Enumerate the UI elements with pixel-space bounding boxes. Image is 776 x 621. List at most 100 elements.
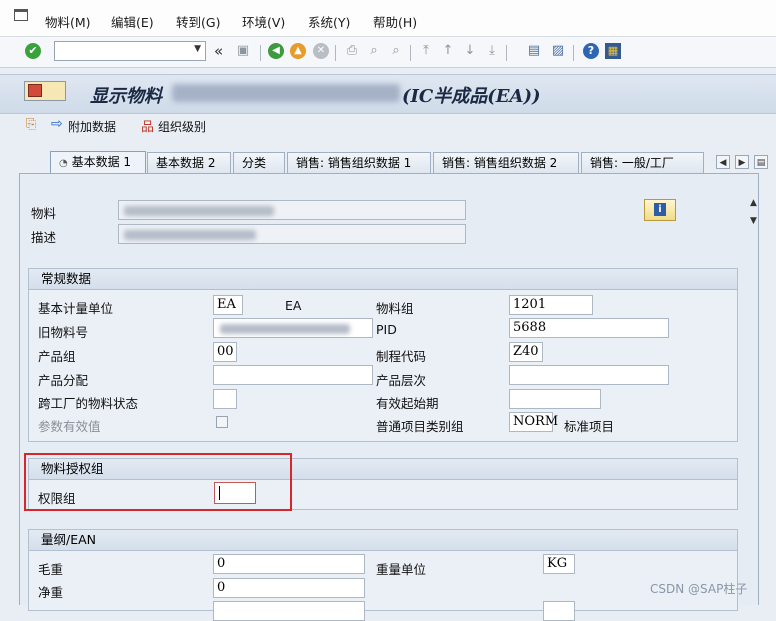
collapse-command-icon[interactable]: « [214,42,223,60]
menu-environment[interactable]: 环境(V) [242,12,285,31]
volume-unit-field[interactable] [543,601,575,621]
tab-label: 基本数据 1 [71,155,132,169]
dropdown-arrow-icon[interactable]: ▼ [194,44,201,54]
material-group-label: 物料组 [376,301,414,316]
print-icon[interactable]: ⎙ [344,43,360,59]
tab-classification[interactable]: 分类 [233,152,285,173]
toolbar-separator [410,45,411,61]
tab-sales-org-1[interactable]: 销售: 销售组织数据 1 [287,152,431,173]
redacted-material-value [124,206,274,216]
tab-label: 分类 [242,156,267,170]
base-uom-text: EA [285,298,302,313]
tab-label: 销售: 销售组织数据 1 [296,156,412,170]
menu-goto[interactable]: 转到(G) [176,12,220,31]
additional-data-icon: ⎘ [26,117,37,132]
tab-list-icon[interactable]: ▤ [754,155,768,169]
enter-check-icon[interactable]: ✔ [25,43,41,59]
menu-bar: 物料(M) 编辑(E) 转到(G) 环境(V) 系统(Y) 帮助(H) [0,0,776,37]
xplant-status-label: 跨工厂的物料状态 [38,396,139,411]
new-session-icon[interactable]: ▤ [526,43,542,59]
last-page-icon[interactable]: ⤓ [484,43,500,59]
general-data-header: 常规数据 [29,269,737,290]
next-page-icon[interactable]: ↓ [462,43,478,59]
find-icon[interactable]: ⌕ [366,43,382,59]
division-label: 产品组 [38,349,76,364]
save-icon[interactable]: ▣ [235,43,251,59]
base-uom-label: 基本计量单位 [38,301,114,316]
standard-toolbar: ✔ ▼ « ▣ ◀ ▲ ✕ ⎙ ⌕ ⌕ ⤒ ↑ ↓ ⤓ ▤ ▨ ? ▦ [0,37,776,68]
additional-data-button[interactable]: 附加数据 [68,118,116,135]
tab-scroll-left-icon[interactable]: ◀ [716,155,730,169]
lab-office-label: 制程代码 [376,349,427,364]
pid-label: PID [376,322,397,337]
tab-label: 基本数据 2 [156,156,216,170]
back-icon[interactable]: ◀ [268,43,284,59]
item-category-group-field[interactable]: NORM [509,412,558,432]
assign-effectivity-label: 参数有效值 [38,419,101,434]
cancel-icon[interactable]: ✕ [313,43,329,59]
valid-from-label: 有效起始期 [376,396,439,411]
menu-material[interactable]: 物料(M) [45,12,91,31]
gross-weight-field[interactable]: 0 [213,554,365,574]
command-field[interactable]: ▼ [54,41,206,61]
highlight-box [24,453,292,511]
previous-page-icon[interactable]: ↑ [440,43,456,59]
lab-office-field[interactable]: Z40 [509,342,543,362]
net-weight-label: 净重 [38,585,64,600]
valid-from-field[interactable] [509,389,601,409]
scroll-down-icon[interactable]: ▼ [750,216,757,226]
page-title-suffix: (IC半成品(EA)) [402,86,541,107]
customize-layout-icon[interactable]: ▦ [605,43,621,59]
scroll-up-icon[interactable]: ▲ [750,198,757,208]
xplant-status-field[interactable] [213,389,237,409]
old-material-label: 旧物料号 [38,325,89,340]
info-button[interactable]: i [644,199,676,221]
toolbar-separator [573,45,574,61]
tab-basic-data-2[interactable]: 基本数据 2 [147,152,231,173]
org-levels-button[interactable]: 组织级别 [158,118,206,135]
document-icon [28,84,42,97]
division-field[interactable]: 00 [213,342,237,362]
arrow-right-icon: ⇨ [51,116,63,132]
first-page-icon[interactable]: ⤒ [418,43,434,59]
volume-field[interactable] [213,601,365,621]
product-hierarchy-field[interactable] [509,365,669,385]
redacted-old-material [220,324,350,334]
pid-field[interactable]: 5688 [509,318,669,338]
assign-effectivity-checkbox[interactable] [216,416,228,428]
weight-unit-field[interactable]: KG [543,554,575,574]
material-group-field[interactable]: 1201 [509,295,593,315]
menu-system[interactable]: 系统(Y) [308,12,350,31]
exit-icon[interactable]: ▲ [290,43,306,59]
base-uom-field[interactable]: EA [213,295,243,315]
org-levels-icon: 品 [141,120,155,135]
tab-sales-general-plant[interactable]: 销售: 一般/工厂 [581,152,704,173]
tab-sales-org-2[interactable]: 销售: 销售组织数据 2 [433,152,579,173]
find-next-icon[interactable]: ⌕ [388,43,404,59]
tab-label: 销售: 一般/工厂 [590,156,674,170]
tab-scroll-right-icon[interactable]: ▶ [735,155,749,169]
gross-weight-label: 毛重 [38,562,64,577]
redacted-material-number [172,84,400,102]
product-hierarchy-label: 产品层次 [376,373,427,388]
tab-label: 销售: 销售组织数据 2 [442,156,558,170]
help-icon[interactable]: ? [583,43,599,59]
watermark: CSDN @SAP柱子 [650,582,748,596]
info-icon: i [654,203,666,216]
item-category-group-label: 普通项目类别组 [376,419,464,434]
menu-edit[interactable]: 编辑(E) [111,12,154,31]
tab-basic-data-1[interactable]: ◔ 基本数据 1 [50,151,146,174]
tab-status-icon: ◔ [59,158,68,169]
description-label: 描述 [31,230,57,245]
dimensions-ean-header: 量纲/EAN [29,530,737,551]
product-allocation-label: 产品分配 [38,373,89,388]
net-weight-field[interactable]: 0 [213,578,365,598]
menu-help[interactable]: 帮助(H) [373,12,417,31]
toolbar-separator [260,45,261,61]
shortcut-icon[interactable]: ▨ [550,43,566,59]
redacted-description-value [124,230,256,240]
product-allocation-field[interactable] [213,365,373,385]
toolbar-separator [506,45,507,61]
menu-icon[interactable] [14,9,28,21]
item-category-group-text: 标准项目 [564,419,615,434]
